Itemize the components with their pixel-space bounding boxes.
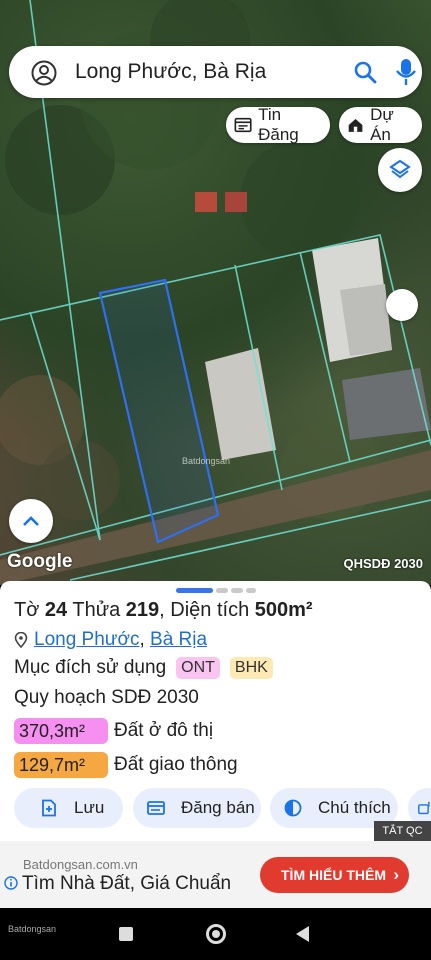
status-bar	[0, 0, 431, 34]
city-link[interactable]: Bà Rịa	[150, 629, 207, 651]
to-number: 24	[44, 599, 68, 621]
location-pin-icon	[14, 632, 28, 648]
tin-dang-label: Tin Đăng	[258, 105, 299, 144]
purpose-tag-ont: ONT	[176, 657, 220, 679]
account-icon[interactable]	[31, 60, 57, 86]
action-row: Lưu Đăng bán Chú thích	[14, 788, 431, 828]
map-handle-dot[interactable]	[386, 289, 418, 321]
info-icon[interactable]	[4, 876, 18, 890]
parcel-info-sheet: Tờ 24 Thửa 219, Diện tích 500m² Long Phư…	[0, 581, 431, 841]
chevron-up-icon	[23, 516, 39, 526]
area-value: 500m²	[254, 599, 313, 621]
ad-domain: Batdongsan.com.vn	[23, 857, 138, 872]
save-icon	[42, 799, 56, 817]
add-photo-icon	[418, 801, 430, 815]
search-bar[interactable]: Long Phước, Bà Rịa	[9, 46, 422, 98]
home-button[interactable]	[206, 924, 226, 944]
contrast-icon	[284, 799, 302, 817]
map-layer-label: QHSDĐ 2030	[343, 556, 423, 571]
listing-icon	[234, 117, 252, 133]
parcel-title: Tờ 24 Thửa 219, Diện tích 500m²	[14, 599, 313, 621]
plan-label: Quy hoạch SDĐ 2030	[14, 687, 199, 708]
du-an-button[interactable]: Dự Án	[339, 105, 422, 144]
close-ad-button[interactable]: TẮT QC	[374, 821, 431, 841]
area-chip-traffic: 129,7m²	[14, 752, 108, 778]
save-button[interactable]: Lưu	[14, 788, 123, 828]
microphone-icon[interactable]	[395, 58, 417, 86]
ad-banner[interactable]: Batdongsan.com.vn Tìm Nhà Đất, Giá Chuẩn…	[0, 841, 431, 908]
map-watermark: Batdongsan	[182, 456, 231, 466]
expand-up-button[interactable]	[9, 499, 53, 543]
search-icon[interactable]	[353, 60, 377, 84]
land-purpose: Mục đích sử dụng ONT BHK	[14, 657, 273, 679]
area-label-traffic: Đất giao thông	[114, 754, 238, 775]
brand-logo: Batdongsan	[8, 924, 57, 934]
post-sale-button[interactable]: Đăng bán	[133, 788, 261, 828]
area-row-urban: 370,3m² Đất ở đô thị	[14, 718, 213, 744]
tin-dang-button[interactable]: Tin Đăng	[226, 105, 330, 144]
learn-more-button[interactable]: TÌM HIỂU THÊM ›	[260, 857, 409, 893]
chevron-right-icon: ›	[393, 865, 399, 884]
area-label-urban: Đất ở đô thị	[114, 720, 214, 741]
house-icon	[348, 119, 363, 132]
listing-card-icon	[147, 801, 165, 815]
recents-button[interactable]	[119, 927, 133, 941]
du-an-label: Dự Án	[370, 105, 394, 144]
area-row-traffic: 129,7m² Đất giao thông	[14, 752, 238, 778]
purpose-label: Mục đích sử dụng	[14, 657, 167, 678]
ward-link[interactable]: Long Phước	[34, 629, 139, 651]
google-logo: Google	[7, 551, 73, 572]
sheet-page-indicator[interactable]	[176, 588, 256, 593]
satellite-map[interactable]: Long Phước, Bà Rịa Tin Đăng Dự Án Batdon…	[0, 0, 431, 585]
parcel-location: Long Phước, Bà Rịa	[14, 629, 207, 651]
layers-icon	[389, 159, 411, 179]
ad-headline: Tìm Nhà Đất, Giá Chuẩn	[22, 873, 232, 894]
back-button[interactable]	[296, 926, 309, 942]
purpose-tag-bhk: BHK	[229, 657, 273, 679]
area-chip-urban: 370,3m²	[14, 718, 108, 744]
system-nav-bar: Batdongsan	[0, 908, 431, 960]
search-query[interactable]: Long Phước, Bà Rịa	[75, 60, 266, 84]
layers-button[interactable]	[378, 148, 422, 192]
thua-number: 219	[125, 599, 160, 621]
